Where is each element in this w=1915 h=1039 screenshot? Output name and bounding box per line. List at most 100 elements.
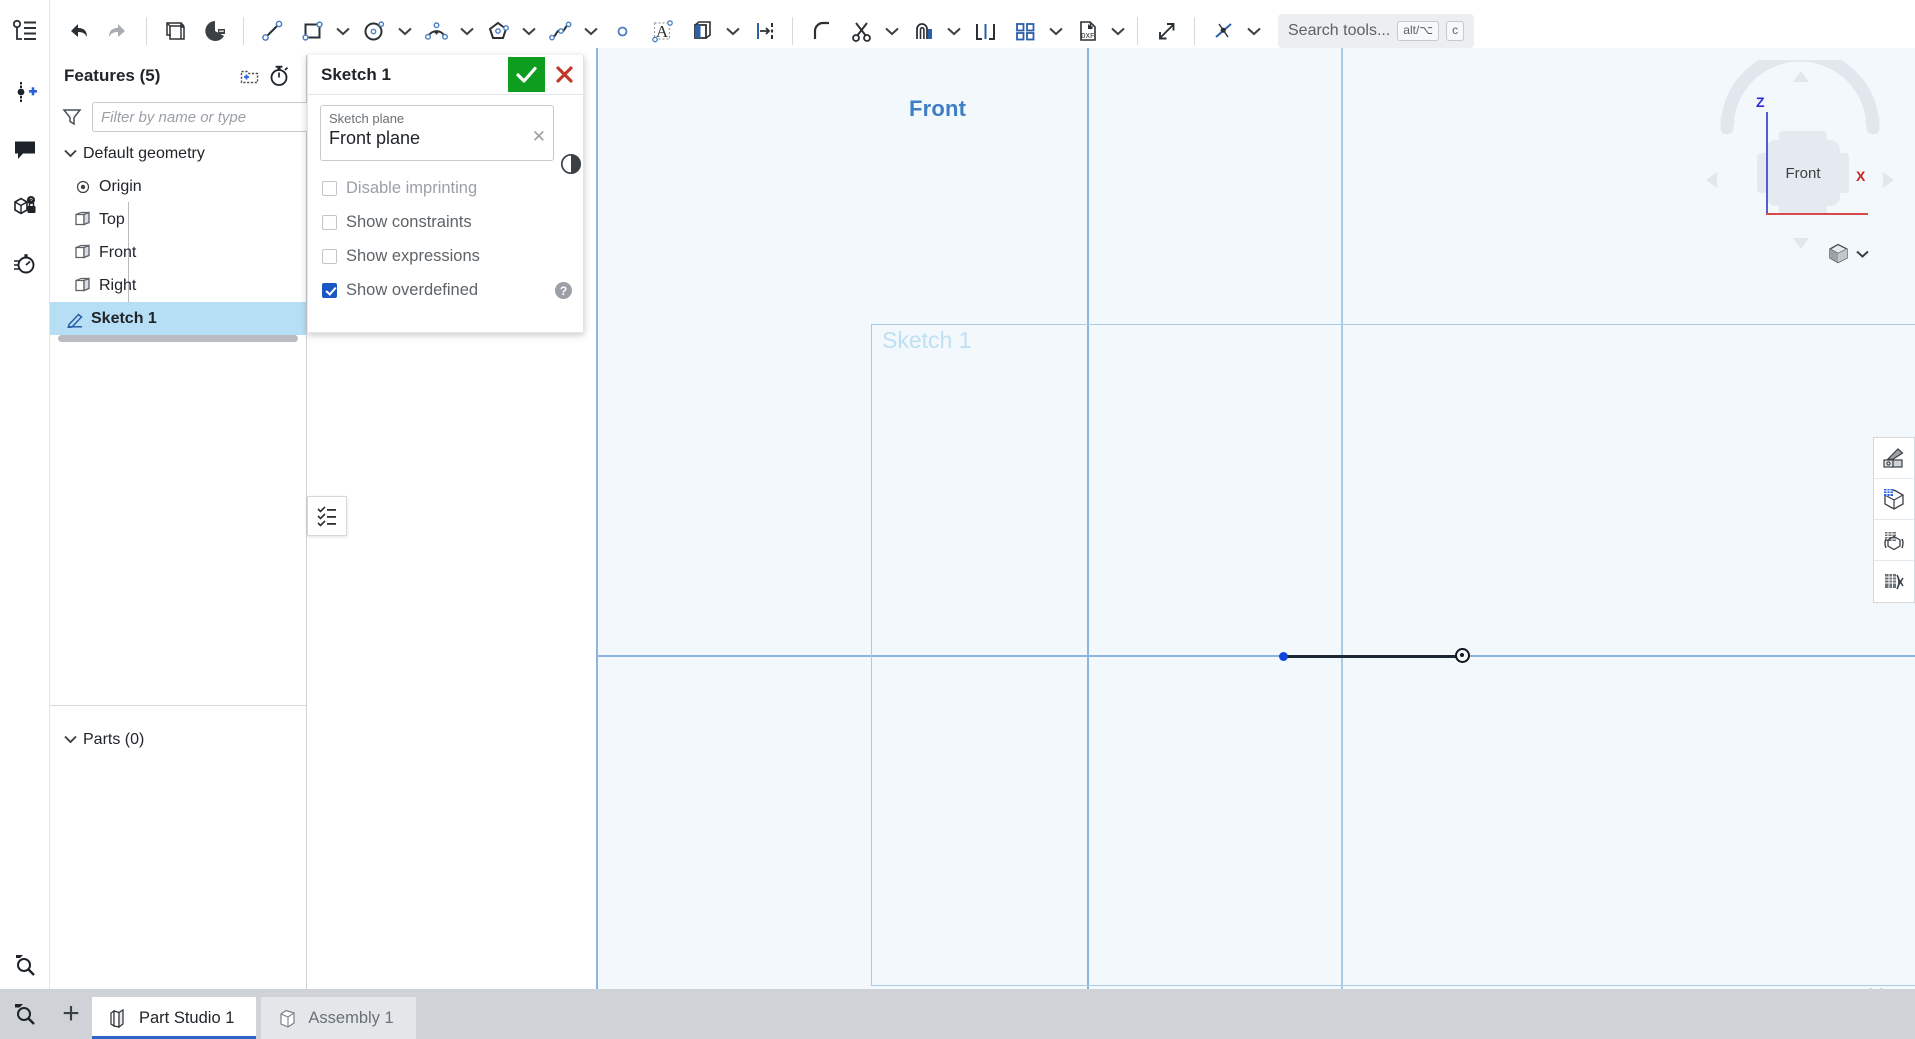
tree-node-sketch-1[interactable]: Sketch 1 xyxy=(50,302,306,335)
chevron-down-icon-offset[interactable] xyxy=(943,11,965,51)
dimension-icon[interactable] xyxy=(744,11,784,51)
trim-icon[interactable] xyxy=(841,11,881,51)
rectangle-tool-icon[interactable] xyxy=(292,11,332,51)
origin-icon xyxy=(70,179,96,195)
chevron-down-icon-pattern[interactable] xyxy=(1045,11,1067,51)
sketch-plane-value: Front plane xyxy=(329,128,421,148)
plane-icon xyxy=(70,211,96,228)
tree-node-label: Right xyxy=(99,276,137,294)
display-state-icon[interactable] xyxy=(1874,520,1914,561)
transform-icon[interactable] xyxy=(1146,11,1186,51)
checkbox-label: Show overdefined xyxy=(346,280,479,299)
rollback-timer-icon[interactable] xyxy=(264,61,294,91)
cube-icon xyxy=(1829,243,1848,264)
line-tool-icon[interactable] xyxy=(252,11,292,51)
origin-point[interactable] xyxy=(1455,648,1470,663)
polygon-tool-icon[interactable] xyxy=(478,11,518,51)
arc-tool-icon[interactable] xyxy=(416,11,456,51)
checkbox-label: Show expressions xyxy=(346,246,480,265)
view-cube[interactable]: Front Z X xyxy=(1705,60,1895,264)
appearance-icon[interactable] xyxy=(1874,438,1914,479)
tab-search-icon[interactable] xyxy=(0,989,50,1039)
line-endpoint[interactable] xyxy=(1279,652,1288,661)
chevron-down-icon-arc[interactable] xyxy=(456,11,478,51)
search-shortcut-modifier: alt/⌥ xyxy=(1397,21,1440,41)
clear-plane-icon[interactable]: ✕ xyxy=(532,128,546,145)
point-tool-icon[interactable] xyxy=(602,11,642,51)
checkbox-disable-imprinting[interactable]: Disable imprinting xyxy=(320,171,571,205)
filter-input[interactable] xyxy=(92,102,309,132)
sketch-plane-field[interactable]: Sketch plane Front plane ✕ xyxy=(320,105,582,175)
mirror-icon[interactable] xyxy=(965,11,1005,51)
tab-part-studio-1[interactable]: Part Studio 1 xyxy=(92,997,257,1039)
checkbox-show-constraints[interactable]: Show constraints xyxy=(320,205,571,239)
chevron-down-icon-parts[interactable] xyxy=(60,735,80,744)
export-dxf-icon[interactable]: DXF xyxy=(1067,11,1107,51)
checkbox-show-expressions[interactable]: Show expressions xyxy=(320,239,571,273)
plane-icon xyxy=(70,244,96,261)
undo-icon[interactable] xyxy=(58,11,98,51)
tree-node-default-geometry[interactable]: Default geometry xyxy=(50,137,306,170)
offset-icon[interactable] xyxy=(903,11,943,51)
chevron-down-icon-constraint[interactable] xyxy=(1243,11,1265,51)
linear-pattern-icon[interactable] xyxy=(1005,11,1045,51)
search-shortcut-key: c xyxy=(1446,21,1465,41)
help-icon[interactable]: ? xyxy=(554,281,572,299)
measure-search-icon[interactable] xyxy=(0,939,50,989)
line-segment[interactable] xyxy=(1283,655,1463,658)
checkbox-box[interactable] xyxy=(322,248,337,264)
accept-button[interactable] xyxy=(508,57,545,92)
render-icon[interactable] xyxy=(1874,561,1914,602)
use-projection-icon[interactable] xyxy=(682,11,722,51)
chevron-down-icon-rectangle[interactable] xyxy=(332,11,354,51)
chevron-down-icon-trim[interactable] xyxy=(881,11,903,51)
sketch-pencil-icon xyxy=(62,310,88,328)
section-view-icon[interactable] xyxy=(1874,479,1914,520)
spline-tool-icon[interactable] xyxy=(540,11,580,51)
chevron-down-icon-circle[interactable] xyxy=(394,11,416,51)
tree-node-front-plane[interactable]: Front xyxy=(50,236,306,269)
tree-node-parts[interactable]: Parts (0) xyxy=(50,723,307,756)
sketch-dialog-header: Sketch 1 xyxy=(308,55,583,95)
checkbox-show-overdefined[interactable]: Show overdefined xyxy=(320,273,571,307)
filter-icon[interactable] xyxy=(62,107,82,127)
toolbar-divider-4 xyxy=(1137,17,1138,45)
circle-tool-icon[interactable] xyxy=(354,11,394,51)
sketch-history-icon[interactable] xyxy=(558,151,584,177)
checkbox-box[interactable] xyxy=(322,214,337,230)
insert-feature-icon[interactable] xyxy=(5,72,45,112)
svg-text:A: A xyxy=(655,22,668,41)
constraint-icon[interactable] xyxy=(1203,11,1243,51)
add-folder-icon[interactable] xyxy=(234,61,264,91)
comment-icon[interactable] xyxy=(5,129,45,169)
search-tools-input[interactable]: Search tools... alt/⌥ c xyxy=(1278,14,1475,48)
checkbox-box[interactable] xyxy=(322,282,337,298)
history-icon[interactable] xyxy=(5,243,45,283)
redo-icon[interactable] xyxy=(98,11,138,51)
plane-icon[interactable] xyxy=(195,11,235,51)
view-cube-dropdown[interactable] xyxy=(1827,242,1869,265)
chevron-down-icon-spline[interactable] xyxy=(580,11,602,51)
sketch-icon[interactable] xyxy=(155,11,195,51)
fillet-icon[interactable] xyxy=(801,11,841,51)
feature-filter-row xyxy=(50,97,309,137)
view-cube-face[interactable]: Front xyxy=(1766,140,1840,206)
tab-assembly-1[interactable]: Assembly 1 xyxy=(261,997,416,1039)
tree-node-origin[interactable]: Origin xyxy=(50,170,306,203)
tree-node-right-plane[interactable]: Right xyxy=(50,269,306,302)
chevron-down-icon-use[interactable] xyxy=(722,11,744,51)
sketch-entities-list-button[interactable] xyxy=(307,496,347,536)
permissions-icon[interactable]: ? xyxy=(5,186,45,226)
chevron-down-icon-polygon[interactable] xyxy=(518,11,540,51)
cancel-button[interactable] xyxy=(545,57,583,92)
feature-tree-scrollbar[interactable] xyxy=(58,335,298,342)
chevron-down-icon-default-geometry[interactable] xyxy=(60,149,80,158)
tree-node-top-plane[interactable]: Top xyxy=(50,203,306,236)
feature-tree-toggle-icon[interactable] xyxy=(0,0,50,62)
chevron-down-icon-dxf[interactable] xyxy=(1107,11,1129,51)
tree-node-label: Sketch 1 xyxy=(91,309,157,327)
checkbox-box[interactable] xyxy=(322,180,337,196)
text-tool-icon[interactable]: A xyxy=(642,11,682,51)
add-tab-button[interactable]: + xyxy=(50,989,92,1039)
assembly-icon xyxy=(277,1008,298,1029)
